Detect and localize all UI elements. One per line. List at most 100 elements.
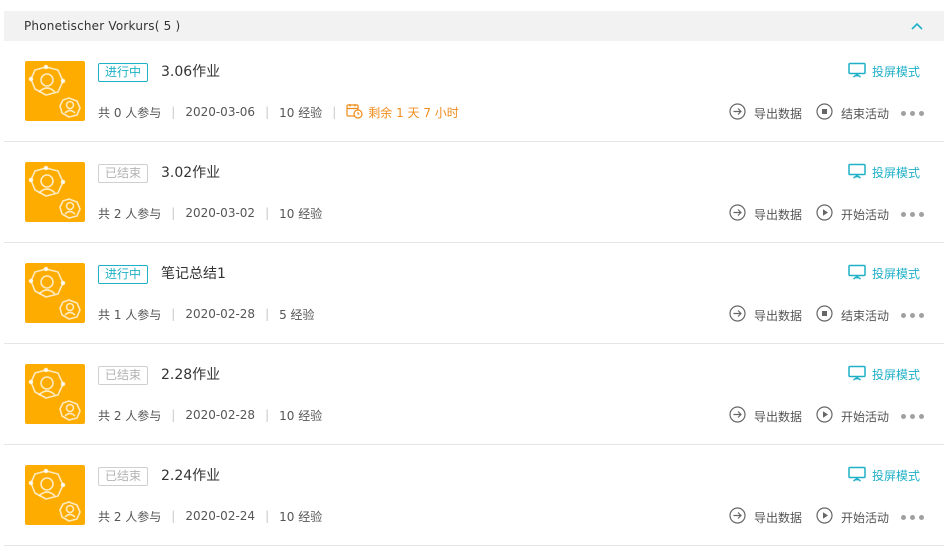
export-icon — [729, 204, 754, 224]
export-data-button[interactable]: 导出数据 — [729, 305, 802, 325]
activity-meta: 共 2 人参与 | 2020-02-28 | 10 经验 — [98, 406, 322, 424]
divider: | — [332, 105, 337, 119]
projection-mode-label: 投屏模式 — [871, 267, 920, 281]
activity-title[interactable]: 2.28作业 — [161, 366, 220, 385]
toggle-activity-label: 开始活动 — [840, 207, 889, 222]
activity-title[interactable]: 3.02作业 — [161, 164, 220, 183]
row-actions: 导出数据 开始活动 — [729, 204, 924, 224]
divider: | — [265, 408, 270, 422]
activity-date: 2020-02-24 — [185, 509, 256, 523]
toggle-activity-button[interactable]: 结束活动 — [816, 305, 889, 325]
more-options-icon[interactable] — [901, 407, 924, 425]
projector-icon — [848, 365, 872, 384]
toggle-activity-label: 结束活动 — [840, 106, 889, 121]
activity-date: 2020-02-28 — [185, 408, 256, 422]
activity-thumbnail-icon — [25, 162, 85, 222]
more-options-icon[interactable] — [901, 306, 924, 324]
projection-mode-button[interactable]: 投屏模式 — [848, 264, 920, 283]
experience-points: 10 经验 — [279, 206, 323, 221]
activity-title[interactable]: 3.06作业 — [161, 63, 220, 82]
activity-meta: 共 1 人参与 | 2020-02-28 | 5 经验 — [98, 305, 315, 323]
divider: | — [171, 509, 176, 523]
activity-row[interactable]: 已结束 2.28作业 共 2 人参与 | 2020-02-28 | 10 经验 … — [4, 344, 944, 445]
divider: | — [265, 509, 270, 523]
participant-count: 共 2 人参与 — [98, 408, 162, 423]
experience-points: 10 经验 — [279, 408, 323, 423]
projection-mode-label: 投屏模式 — [871, 166, 920, 180]
chevron-up-icon[interactable] — [910, 19, 924, 33]
toggle-activity-button[interactable]: 开始活动 — [816, 204, 889, 224]
activity-row[interactable]: 已结束 2.24作业 共 2 人参与 | 2020-02-24 | 10 经验 … — [4, 445, 944, 546]
toggle-activity-button[interactable]: 开始活动 — [816, 507, 889, 527]
export-icon — [729, 507, 754, 527]
toggle-activity-button[interactable]: 结束活动 — [816, 103, 889, 123]
activity-row[interactable]: 已结束 3.02作业 共 2 人参与 | 2020-03-02 | 10 经验 … — [4, 142, 944, 243]
export-icon — [729, 103, 754, 123]
projector-icon — [848, 163, 872, 182]
activity-row[interactable]: 进行中 3.06作业 共 0 人参与 | 2020-03-06 | 10 经验 … — [4, 41, 944, 142]
export-data-label: 导出数据 — [753, 510, 802, 525]
export-data-button[interactable]: 导出数据 — [729, 103, 802, 123]
activity-title[interactable]: 2.24作业 — [161, 467, 220, 486]
divider: | — [171, 206, 176, 220]
row-actions: 导出数据 开始活动 — [729, 406, 924, 426]
experience-points: 10 经验 — [279, 105, 323, 120]
status-badge: 进行中 — [98, 265, 149, 284]
projection-mode-button[interactable]: 投屏模式 — [848, 163, 920, 182]
time-remaining-label: 剩余 1 天 7 小时 — [368, 105, 459, 120]
stop-icon — [816, 305, 841, 325]
divider: | — [171, 105, 176, 119]
activity-meta: 共 2 人参与 | 2020-03-02 | 10 经验 — [98, 204, 322, 222]
toggle-activity-label: 结束活动 — [840, 308, 889, 323]
projection-mode-button[interactable]: 投屏模式 — [848, 62, 920, 81]
more-options-icon[interactable] — [901, 104, 924, 122]
activity-thumbnail-icon — [25, 364, 85, 424]
more-options-icon[interactable] — [901, 205, 924, 223]
more-options-icon[interactable] — [901, 508, 924, 526]
section-title: Phonetischer Vorkurs( 5 ) — [24, 19, 181, 33]
activity-list: 进行中 3.06作业 共 0 人参与 | 2020-03-06 | 10 经验 … — [4, 41, 944, 546]
projection-mode-button[interactable]: 投屏模式 — [848, 365, 920, 384]
projection-mode-label: 投屏模式 — [871, 469, 920, 483]
participant-count: 共 2 人参与 — [98, 509, 162, 524]
status-badge: 进行中 — [98, 63, 149, 82]
status-badge: 已结束 — [98, 164, 149, 183]
activity-date: 2020-02-28 — [185, 307, 256, 321]
play-icon — [816, 406, 841, 426]
activity-meta: 共 2 人参与 | 2020-02-24 | 10 经验 — [98, 507, 322, 525]
divider: | — [265, 307, 270, 321]
projector-icon — [848, 264, 872, 283]
activity-date: 2020-03-02 — [185, 206, 256, 220]
activity-thumbnail-icon — [25, 465, 85, 525]
calendar-clock-icon — [346, 103, 368, 122]
status-badge: 已结束 — [98, 366, 149, 385]
divider: | — [265, 105, 270, 119]
row-actions: 导出数据 结束活动 — [729, 103, 924, 123]
section-header[interactable]: Phonetischer Vorkurs( 5 ) — [4, 11, 944, 41]
export-data-button[interactable]: 导出数据 — [729, 507, 802, 527]
activity-row[interactable]: 进行中 笔记总结1 共 1 人参与 | 2020-02-28 | 5 经验 投屏… — [4, 243, 944, 344]
export-data-label: 导出数据 — [753, 106, 802, 121]
participant-count: 共 2 人参与 — [98, 206, 162, 221]
experience-points: 10 经验 — [279, 509, 323, 524]
divider: | — [171, 307, 176, 321]
time-remaining: 剩余 1 天 7 小时 — [346, 103, 459, 122]
activity-title[interactable]: 笔记总结1 — [161, 265, 226, 284]
toggle-activity-button[interactable]: 开始活动 — [816, 406, 889, 426]
experience-points: 5 经验 — [279, 307, 315, 322]
export-icon — [729, 305, 754, 325]
stop-icon — [816, 103, 841, 123]
export-data-button[interactable]: 导出数据 — [729, 204, 802, 224]
export-data-button[interactable]: 导出数据 — [729, 406, 802, 426]
play-icon — [816, 204, 841, 224]
toggle-activity-label: 开始活动 — [840, 409, 889, 424]
play-icon — [816, 507, 841, 527]
activity-date: 2020-03-06 — [185, 105, 256, 119]
toggle-activity-label: 开始活动 — [840, 510, 889, 525]
projection-mode-button[interactable]: 投屏模式 — [848, 466, 920, 485]
export-data-label: 导出数据 — [753, 308, 802, 323]
participant-count: 共 0 人参与 — [98, 105, 162, 120]
projection-mode-label: 投屏模式 — [871, 368, 920, 382]
divider: | — [171, 408, 176, 422]
activity-meta: 共 0 人参与 | 2020-03-06 | 10 经验 | 剩余 1 天 7 小… — [98, 103, 459, 121]
